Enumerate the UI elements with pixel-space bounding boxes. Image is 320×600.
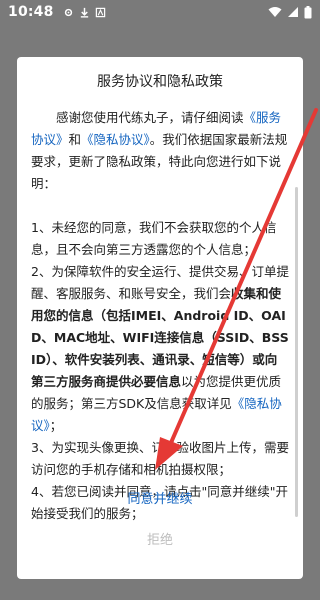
notification-icons [63, 7, 106, 18]
item-2: 2、为保障软件的安全运行、提供交易、订单提醒、客服服务、和账号安全，我们会收集和… [31, 261, 289, 437]
scrollbar[interactable] [295, 187, 298, 517]
dialog-title: 服务协议和隐私政策 [97, 74, 223, 90]
intro-prefix: 感谢您使用代练丸子，请仔细阅读 [56, 110, 244, 125]
privacy-agreement-link[interactable]: 《隐私协议》 [81, 132, 150, 147]
status-bar: 10:48 [0, 0, 320, 24]
app-notification-icon [95, 7, 105, 17]
status-time: 10:48 [8, 4, 54, 20]
download-icon [80, 7, 88, 18]
reject-button[interactable]: 拒绝 [17, 520, 303, 556]
wifi-icon [268, 7, 282, 17]
intro-and: 和 [68, 132, 82, 147]
system-icons [268, 5, 312, 19]
item-3: 3、为实现头像更换、订单验收图片上传，需要访问您的手机存储和相机拍摄权限； [31, 440, 289, 477]
privacy-dialog: 服务协议和隐私政策 感谢您使用代练丸子，请仔细阅读《服务协议》和《隐私协议》。我… [17, 57, 303, 579]
gear-icon [64, 8, 72, 16]
item-1: 1、未经您的同意，我们不会获取您的个人信息，且不会向第三方透露您的个人信息； [31, 220, 277, 257]
signal-icon [288, 7, 298, 17]
battery-icon [304, 5, 312, 18]
agree-continue-button[interactable]: 同意并继续 [17, 477, 303, 517]
intro-paragraph: 感谢您使用代练丸子，请仔细阅读《服务协议》和《隐私协议》。我们依据国家最新法规要… [31, 107, 289, 195]
item-2-text-c: ； [49, 418, 63, 433]
dialog-content[interactable]: 感谢您使用代练丸子，请仔细阅读《服务协议》和《隐私协议》。我们依据国家最新法规要… [31, 107, 289, 521]
